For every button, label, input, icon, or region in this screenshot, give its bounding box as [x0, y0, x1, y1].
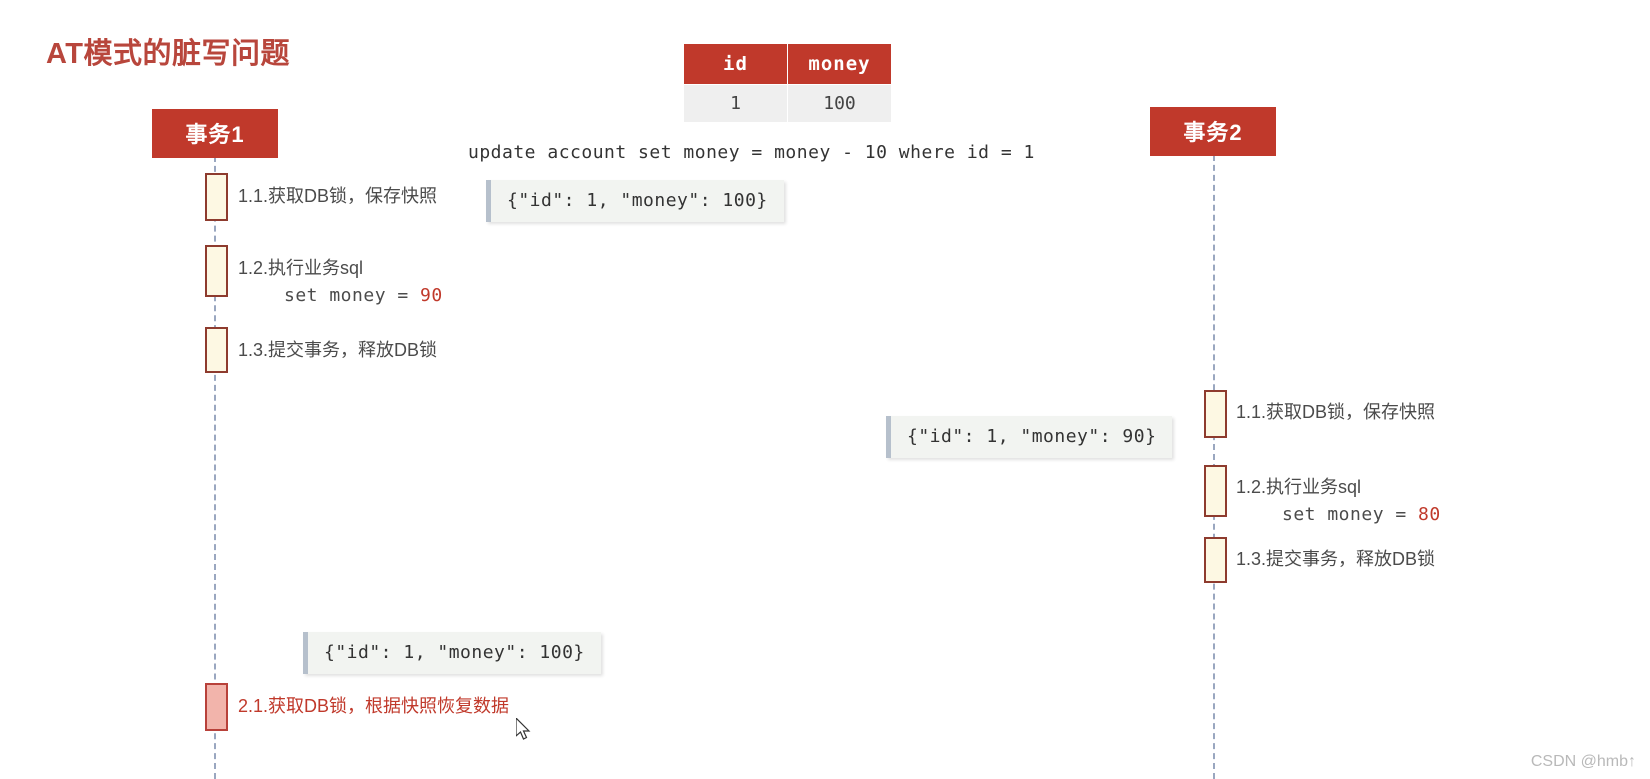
activation-tx1-step-1-2: [205, 245, 228, 297]
table-header-money: money: [787, 43, 892, 85]
activation-tx2-step-1-3: [1204, 537, 1227, 583]
table-cell-money: 100: [787, 84, 892, 123]
activation-tx2-step-1-1: [1204, 390, 1227, 438]
step-tx1-2-1-label: 2.1.获取DB锁，根据快照恢复数据: [238, 696, 510, 716]
step-tx1-1-1: 1.1.获取DB锁，保存快照: [238, 183, 437, 210]
table-row: 1 100: [683, 84, 892, 123]
activation-tx1-step-1-1: [205, 173, 228, 221]
table-header-id: id: [683, 43, 788, 85]
activation-tx1-step-2-1: [205, 683, 228, 731]
step-tx1-1-2: 1.2.执行业务sql set money = 90: [238, 255, 443, 309]
step-tx1-1-3-label: 1.3.提交事务，释放DB锁: [238, 340, 438, 360]
step-tx2-1-1: 1.1.获取DB锁，保存快照: [1236, 399, 1435, 426]
step-tx2-1-1-label: 1.1.获取DB锁，保存快照: [1236, 402, 1436, 422]
table-cell-id: 1: [683, 84, 788, 123]
step-tx2-1-2-detail: set money =: [1282, 504, 1419, 525]
sql-statement: update account set money = money - 10 wh…: [468, 142, 1035, 163]
step-tx2-1-2-value: 80: [1418, 504, 1441, 525]
step-tx1-1-3: 1.3.提交事务，释放DB锁: [238, 337, 437, 364]
step-tx2-1-2-detail-wrap: set money = 80: [1236, 501, 1441, 528]
step-tx2-1-2-label: 1.2.执行业务sql: [1236, 477, 1362, 497]
step-tx1-1-2-detail-wrap: set money = 90: [238, 282, 443, 309]
step-tx2-1-2: 1.2.执行业务sql set money = 80: [1236, 474, 1441, 528]
step-tx1-2-1: 2.1.获取DB锁，根据快照恢复数据: [238, 693, 509, 720]
step-tx2-1-3: 1.3.提交事务，释放DB锁: [1236, 546, 1435, 573]
step-tx2-1-3-label: 1.3.提交事务，释放DB锁: [1236, 549, 1436, 569]
step-tx1-1-2-detail: set money =: [284, 285, 421, 306]
step-tx1-1-2-label: 1.2.执行业务sql: [238, 258, 364, 278]
mouse-cursor-icon: [516, 718, 531, 740]
account-data-table: id money 1 100: [683, 43, 892, 123]
participant-transaction-1: 事务1: [152, 109, 278, 158]
snapshot-note-tx1-rollback: {"id": 1, "money": 100}: [303, 632, 601, 674]
step-tx1-1-1-label: 1.1.获取DB锁，保存快照: [238, 186, 438, 206]
snapshot-note-tx1-before: {"id": 1, "money": 100}: [486, 180, 784, 222]
sequence-diagram-canvas: AT模式的脏写问题 id money 1 100 update account …: [0, 0, 1650, 779]
activation-tx2-step-1-2: [1204, 465, 1227, 517]
lifeline-transaction-2: [1213, 145, 1215, 779]
page-title: AT模式的脏写问题: [46, 38, 291, 70]
participant-transaction-2: 事务2: [1150, 107, 1276, 156]
snapshot-note-tx2-before: {"id": 1, "money": 90}: [886, 416, 1173, 458]
table-header-row: id money: [683, 43, 892, 85]
watermark: CSDN @hmb↑: [1530, 753, 1636, 770]
activation-tx1-step-1-3: [205, 327, 228, 373]
step-tx1-1-2-value: 90: [420, 285, 443, 306]
